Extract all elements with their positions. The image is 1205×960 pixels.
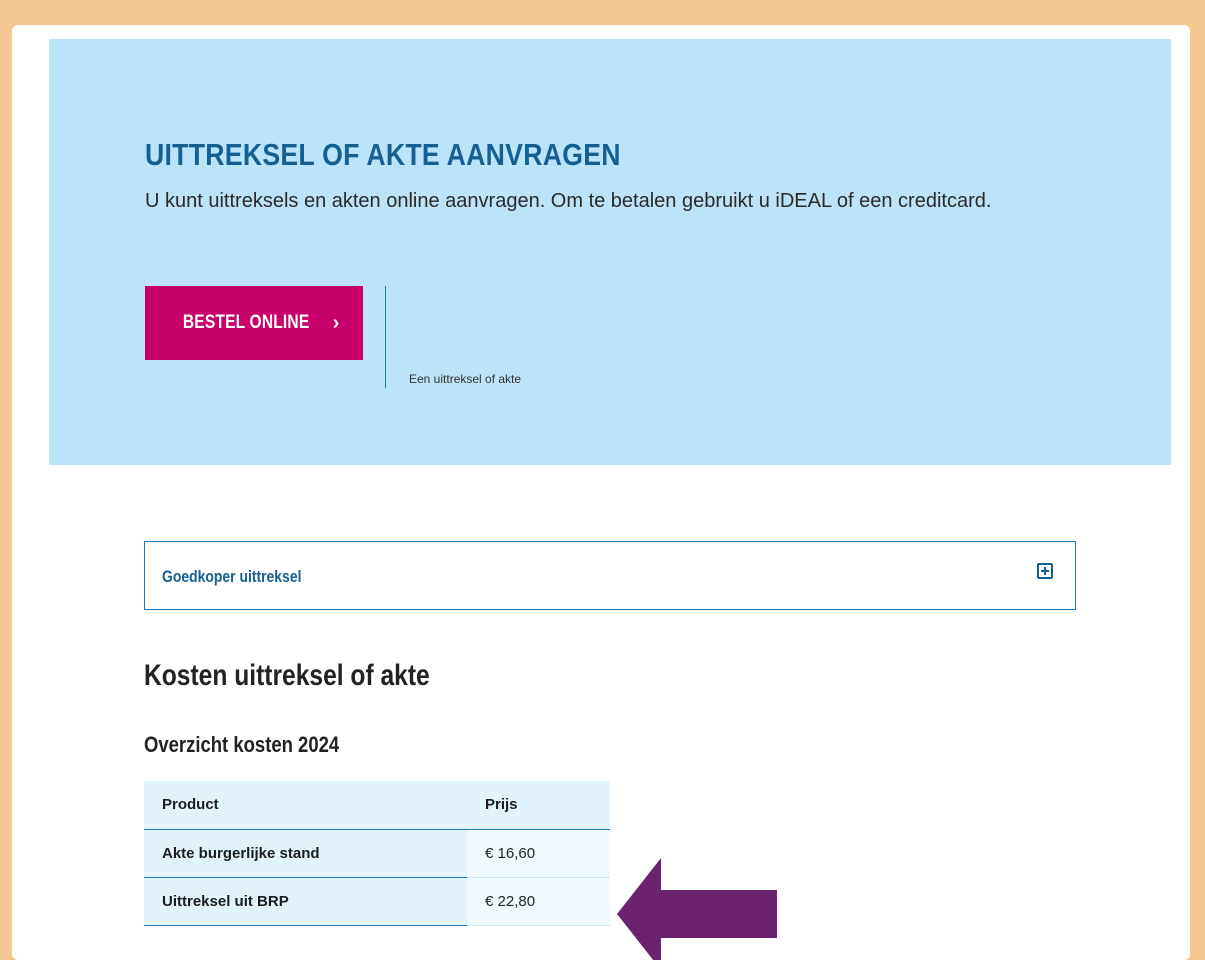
- page-frame: UITTREKSEL OF AKTE AANVRAGEN U kunt uitt…: [12, 25, 1190, 960]
- accordion-label: Goedkoper uittreksel: [162, 567, 302, 586]
- order-online-label: BESTEL ONLINE: [182, 312, 309, 333]
- column-header-product: Product: [144, 781, 467, 830]
- hero-banner: UITTREKSEL OF AKTE AANVRAGEN U kunt uitt…: [49, 39, 1171, 465]
- costs-heading: Kosten uittreksel of akte: [144, 659, 430, 692]
- table-row: Uittreksel uit BRP € 22,80: [144, 877, 610, 926]
- price-cell: € 22,80: [467, 877, 610, 926]
- order-online-button[interactable]: BESTEL ONLINE ›: [145, 286, 363, 360]
- plus-square-icon[interactable]: [1037, 563, 1053, 579]
- product-cell: Uittreksel uit BRP: [144, 877, 467, 926]
- column-header-price: Prijs: [467, 781, 610, 830]
- table-row: Akte burgerlijke stand € 16,60: [144, 829, 610, 878]
- table-header-row: Product Prijs: [144, 781, 610, 830]
- product-cell: Akte burgerlijke stand: [144, 829, 467, 878]
- page-title: UITTREKSEL OF AKTE AANVRAGEN: [145, 137, 621, 172]
- vertical-divider: [385, 286, 386, 388]
- hero-description: U kunt uittreksels en akten online aanvr…: [145, 190, 992, 212]
- costs-table: Product Prijs Akte burgerlijke stand € 1…: [144, 781, 610, 926]
- left-arrow-icon: [617, 858, 777, 960]
- chevron-right-icon: ›: [332, 311, 340, 334]
- accordion-cheaper-extract[interactable]: Goedkoper uittreksel: [144, 541, 1076, 610]
- costs-subheading: Overzicht kosten 2024: [144, 732, 340, 757]
- price-cell: € 16,60: [467, 829, 610, 878]
- order-note: Een uittreksel of akte: [409, 372, 522, 386]
